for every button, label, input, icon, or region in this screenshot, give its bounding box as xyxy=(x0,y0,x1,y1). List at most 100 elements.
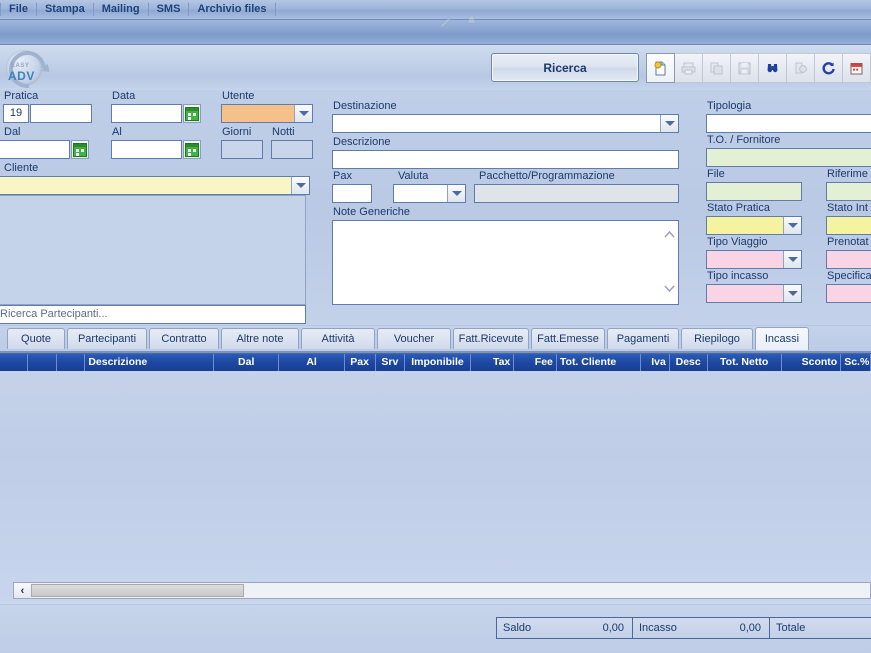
data-calendar-icon[interactable] xyxy=(183,104,201,123)
dal-input[interactable] xyxy=(0,140,70,159)
file-input[interactable] xyxy=(706,182,802,201)
chevron-down-icon[interactable] xyxy=(660,115,678,132)
specifica-input[interactable] xyxy=(826,284,871,303)
chevron-down-icon[interactable] xyxy=(447,185,465,202)
tab-label: Contratto xyxy=(161,333,207,345)
data-label: Data xyxy=(112,90,136,102)
tab-contratto[interactable]: Contratto xyxy=(149,328,219,349)
print-button[interactable] xyxy=(675,53,703,83)
grid-horizontal-scrollbar[interactable]: ‹ xyxy=(13,582,871,599)
pacchetto-input[interactable] xyxy=(474,184,679,203)
scroll-left-icon[interactable]: ‹ xyxy=(14,583,31,598)
grid-col-sconto[interactable]: Sconto xyxy=(782,354,842,371)
chevron-down-icon[interactable] xyxy=(291,177,309,194)
chevron-down-icon[interactable] xyxy=(783,217,801,234)
grid-col-fee[interactable]: Fee xyxy=(514,354,557,371)
grid-col-tot-cliente[interactable]: Tot. Cliente xyxy=(557,354,642,371)
pencil-icon[interactable] xyxy=(438,14,455,31)
tab-partecipanti[interactable]: Partecipanti xyxy=(67,328,147,349)
grid-col-tot-netto[interactable]: Tot. Netto xyxy=(708,354,782,371)
tipo-incasso-label: Tipo incasso xyxy=(707,270,769,282)
pax-input[interactable] xyxy=(332,184,372,203)
grid-col-imponibile[interactable]: Imponibile xyxy=(405,354,471,371)
menu-item-file[interactable]: File xyxy=(1,1,36,18)
dal-calendar-icon[interactable] xyxy=(71,140,89,159)
tab-incassi[interactable]: Incassi xyxy=(755,327,809,350)
tab-voucher[interactable]: Voucher xyxy=(377,328,451,349)
grid-body[interactable] xyxy=(0,371,871,604)
riferimento-input[interactable] xyxy=(826,182,871,201)
tab-label: Attività xyxy=(321,333,355,345)
refresh-button[interactable] xyxy=(815,53,843,83)
ricerca-partecipanti-input[interactable]: Ricerca Partecipanti... xyxy=(0,305,306,324)
tab-attivit-[interactable]: Attività xyxy=(301,328,375,349)
tab-fatt-ricevute[interactable]: Fatt.Ricevute xyxy=(453,328,529,349)
tipo-incasso-select[interactable] xyxy=(706,284,802,303)
tab-pagamenti[interactable]: Pagamenti xyxy=(607,328,679,349)
calendar-button[interactable] xyxy=(843,53,871,83)
menu-item-mailing[interactable]: Mailing xyxy=(94,1,148,18)
grid-col-pax[interactable]: Pax xyxy=(345,354,376,371)
destinazione-label: Destinazione xyxy=(333,100,397,112)
tab-label: Riepilogo xyxy=(694,333,740,345)
giorni-input[interactable] xyxy=(221,140,263,159)
tab-quote[interactable]: Quote xyxy=(7,328,65,349)
note-scrollbar[interactable] xyxy=(662,222,677,303)
al-calendar-icon[interactable] xyxy=(183,140,201,159)
stato-pratica-select[interactable] xyxy=(706,216,802,235)
binoculars-button[interactable] xyxy=(759,53,787,83)
data-input[interactable] xyxy=(111,104,182,123)
to-fornitore-input[interactable] xyxy=(706,148,871,167)
total-label: Incasso xyxy=(639,622,677,634)
chevron-down-icon[interactable] xyxy=(783,285,801,302)
grid-col-tax[interactable]: Tax xyxy=(471,354,515,371)
utente-select[interactable] xyxy=(221,104,313,123)
grid-col-iva[interactable]: Iva xyxy=(641,354,670,371)
note-generiche-textarea[interactable] xyxy=(332,220,679,305)
tipologia-input[interactable] xyxy=(706,114,871,133)
prenotato-input[interactable] xyxy=(826,250,871,269)
giorni-label: Giorni xyxy=(222,126,252,138)
tab-riepilogo[interactable]: Riepilogo xyxy=(681,328,753,349)
grid-col-dal[interactable]: Dal xyxy=(214,354,280,371)
grid-col-sc-[interactable]: Sc.% xyxy=(841,354,871,371)
pratica-prefix-input[interactable]: 19 xyxy=(3,104,29,123)
descrizione-input[interactable] xyxy=(332,150,679,169)
stato-interno-input[interactable] xyxy=(826,216,871,235)
tab-altre-note[interactable]: Altre note xyxy=(221,328,299,349)
cliente-results-list[interactable] xyxy=(0,195,306,305)
tipo-viaggio-label: Tipo Viaggio xyxy=(707,236,768,248)
notti-input[interactable] xyxy=(271,140,313,159)
save-button[interactable] xyxy=(731,53,759,83)
grid-col-desc[interactable]: Desc xyxy=(670,354,708,371)
grid-col-blank-0[interactable] xyxy=(0,354,28,371)
new-document-button[interactable] xyxy=(646,53,675,83)
grid-col-blank-2[interactable] xyxy=(57,354,86,371)
total-saldo: Saldo 0,00 xyxy=(497,618,633,638)
copy-button[interactable] xyxy=(703,53,731,83)
chevron-down-icon[interactable] xyxy=(783,251,801,268)
valuta-select[interactable] xyxy=(393,184,466,203)
scrollbar-thumb[interactable] xyxy=(31,584,244,597)
cliente-select[interactable] xyxy=(0,176,310,195)
menu-item-stampa[interactable]: Stampa xyxy=(37,1,93,18)
grid-col-blank-1[interactable] xyxy=(28,354,57,371)
ricerca-button[interactable]: Ricerca xyxy=(491,53,639,82)
menu-item-sms[interactable]: SMS xyxy=(149,1,189,18)
descrizione-label: Descrizione xyxy=(333,136,391,148)
tipo-viaggio-select[interactable] xyxy=(706,250,802,269)
paste-button[interactable] xyxy=(787,53,815,83)
pratica-input[interactable] xyxy=(30,104,92,123)
al-input[interactable] xyxy=(111,140,182,159)
grid-col-descrizione[interactable]: Descrizione xyxy=(85,354,215,371)
bell-icon[interactable] xyxy=(463,14,480,31)
total-label: Totale xyxy=(776,622,806,634)
grid-col-srv[interactable]: Srv xyxy=(376,354,406,371)
note-generiche-label: Note Generiche xyxy=(333,206,411,218)
grid-col-al[interactable]: Al xyxy=(279,354,345,371)
riferimento-label: Riferime xyxy=(827,168,868,180)
tab-fatt-emesse[interactable]: Fatt.Emesse xyxy=(531,328,605,349)
destinazione-select[interactable] xyxy=(332,114,679,133)
chevron-down-icon[interactable] xyxy=(294,105,312,122)
menu-item-archivio-files[interactable]: Archivio files xyxy=(189,1,274,18)
